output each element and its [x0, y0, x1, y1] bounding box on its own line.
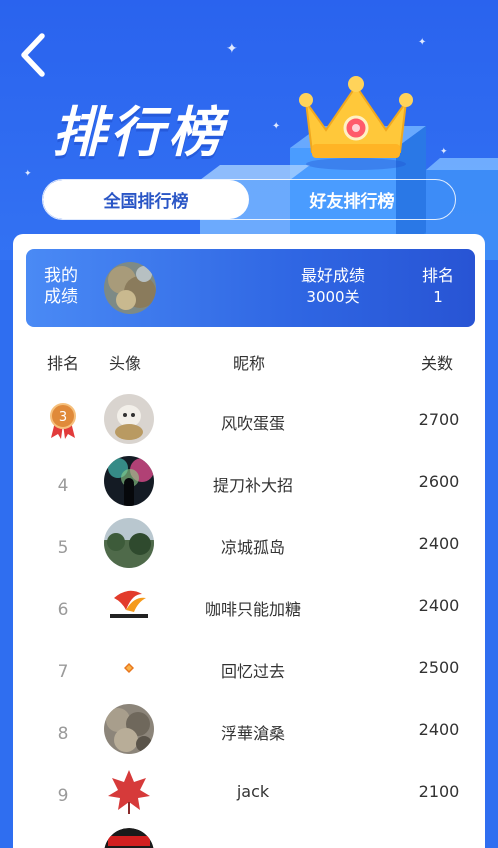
page-title: 排行榜 — [52, 101, 226, 164]
avatar[interactable] — [104, 456, 154, 506]
header-avatar: 头像 — [109, 354, 142, 373]
table-header: 排名 头像 昵称 关数 — [13, 350, 485, 374]
my-rank-label: 排名 — [421, 266, 454, 285]
player-score: 2400 — [418, 720, 460, 739]
sparkle-icon: ✦ — [440, 147, 448, 157]
ranking-tabs: 全国排行榜 好友排行榜 — [42, 179, 456, 220]
best-score-value: 3000关 — [306, 288, 360, 306]
leaderboard-card: 我的成绩 最好成绩 3000关 排名 1 排名 头像 昵称 关数 3 风吹蛋蛋 … — [13, 234, 485, 848]
header-rank: 排名 — [47, 354, 80, 373]
back-button[interactable] — [14, 30, 54, 80]
my-score-label: 我的成绩 — [44, 266, 78, 307]
player-score: 2700 — [418, 410, 460, 429]
my-score-panel: 我的成绩 最好成绩 3000关 排名 1 — [26, 249, 475, 327]
header-banner: ✦ ✦ ✦ ✦ ✦ 排行榜 全国排行榜 好友排行榜 — [0, 0, 498, 260]
avatar[interactable] — [104, 642, 154, 692]
table-row[interactable]: 6 咖啡只能加糖 2400 — [13, 580, 485, 642]
tab-national[interactable]: 全国排行榜 — [43, 180, 249, 219]
table-row[interactable]: 4 提刀补大招 2600 — [13, 456, 485, 518]
player-score: 2500 — [418, 658, 460, 677]
player-name: 浮華滄桑 — [220, 724, 285, 743]
avatar[interactable] — [104, 828, 154, 848]
player-score: 2600 — [418, 472, 460, 491]
player-score: 2400 — [418, 596, 460, 615]
avatar[interactable] — [104, 766, 154, 816]
header-score: 关数 — [421, 354, 454, 373]
player-score: 2100 — [418, 782, 460, 801]
player-rank: 4 — [57, 476, 69, 496]
avatar[interactable] — [104, 704, 154, 754]
bronze-medal-icon: 3 — [50, 403, 76, 439]
svg-text:3: 3 — [59, 410, 67, 425]
crown-icon — [299, 76, 413, 170]
table-row[interactable]: 7 回忆过去 2500 — [13, 642, 485, 704]
table-row[interactable]: 8 浮華滄桑 2400 — [13, 704, 485, 766]
player-rank: 5 — [57, 538, 69, 558]
chevron-left-icon — [21, 33, 45, 77]
player-rank: 8 — [57, 724, 69, 744]
player-rank: 6 — [57, 600, 69, 620]
table-row[interactable]: 5 凉城孤岛 2400 — [13, 518, 485, 580]
my-rank-value: 1 — [433, 288, 443, 306]
avatar[interactable] — [104, 580, 154, 630]
tab-friends[interactable]: 好友排行榜 — [249, 180, 455, 219]
player-name: 回忆过去 — [220, 662, 285, 681]
table-row[interactable]: 9 jack 2100 — [13, 766, 485, 828]
my-rank: 排名 1 — [414, 265, 462, 307]
avatar[interactable] — [104, 518, 154, 568]
player-name: 凉城孤岛 — [220, 538, 285, 557]
player-name: 提刀补大招 — [212, 476, 293, 495]
player-name: 咖啡只能加糖 — [204, 600, 301, 619]
sparkle-icon: ✦ — [418, 37, 427, 48]
avatar[interactable] — [104, 394, 154, 444]
avatar[interactable] — [104, 262, 156, 314]
player-name: 风吹蛋蛋 — [220, 414, 285, 433]
table-row[interactable]: 3 风吹蛋蛋 2700 — [13, 394, 485, 456]
best-score-label: 最好成绩 — [300, 266, 365, 285]
sparkle-icon: ✦ — [24, 169, 32, 179]
header-name: 昵称 — [233, 354, 266, 373]
player-score: 2400 — [418, 534, 460, 553]
sparkle-icon: ✦ — [272, 121, 281, 132]
sparkle-icon: ✦ — [226, 41, 238, 57]
player-rank: 9 — [57, 786, 69, 806]
table-row[interactable] — [13, 828, 485, 848]
player-name: jack — [236, 782, 270, 801]
best-score: 最好成绩 3000关 — [288, 265, 378, 307]
player-rank: 7 — [57, 662, 69, 682]
